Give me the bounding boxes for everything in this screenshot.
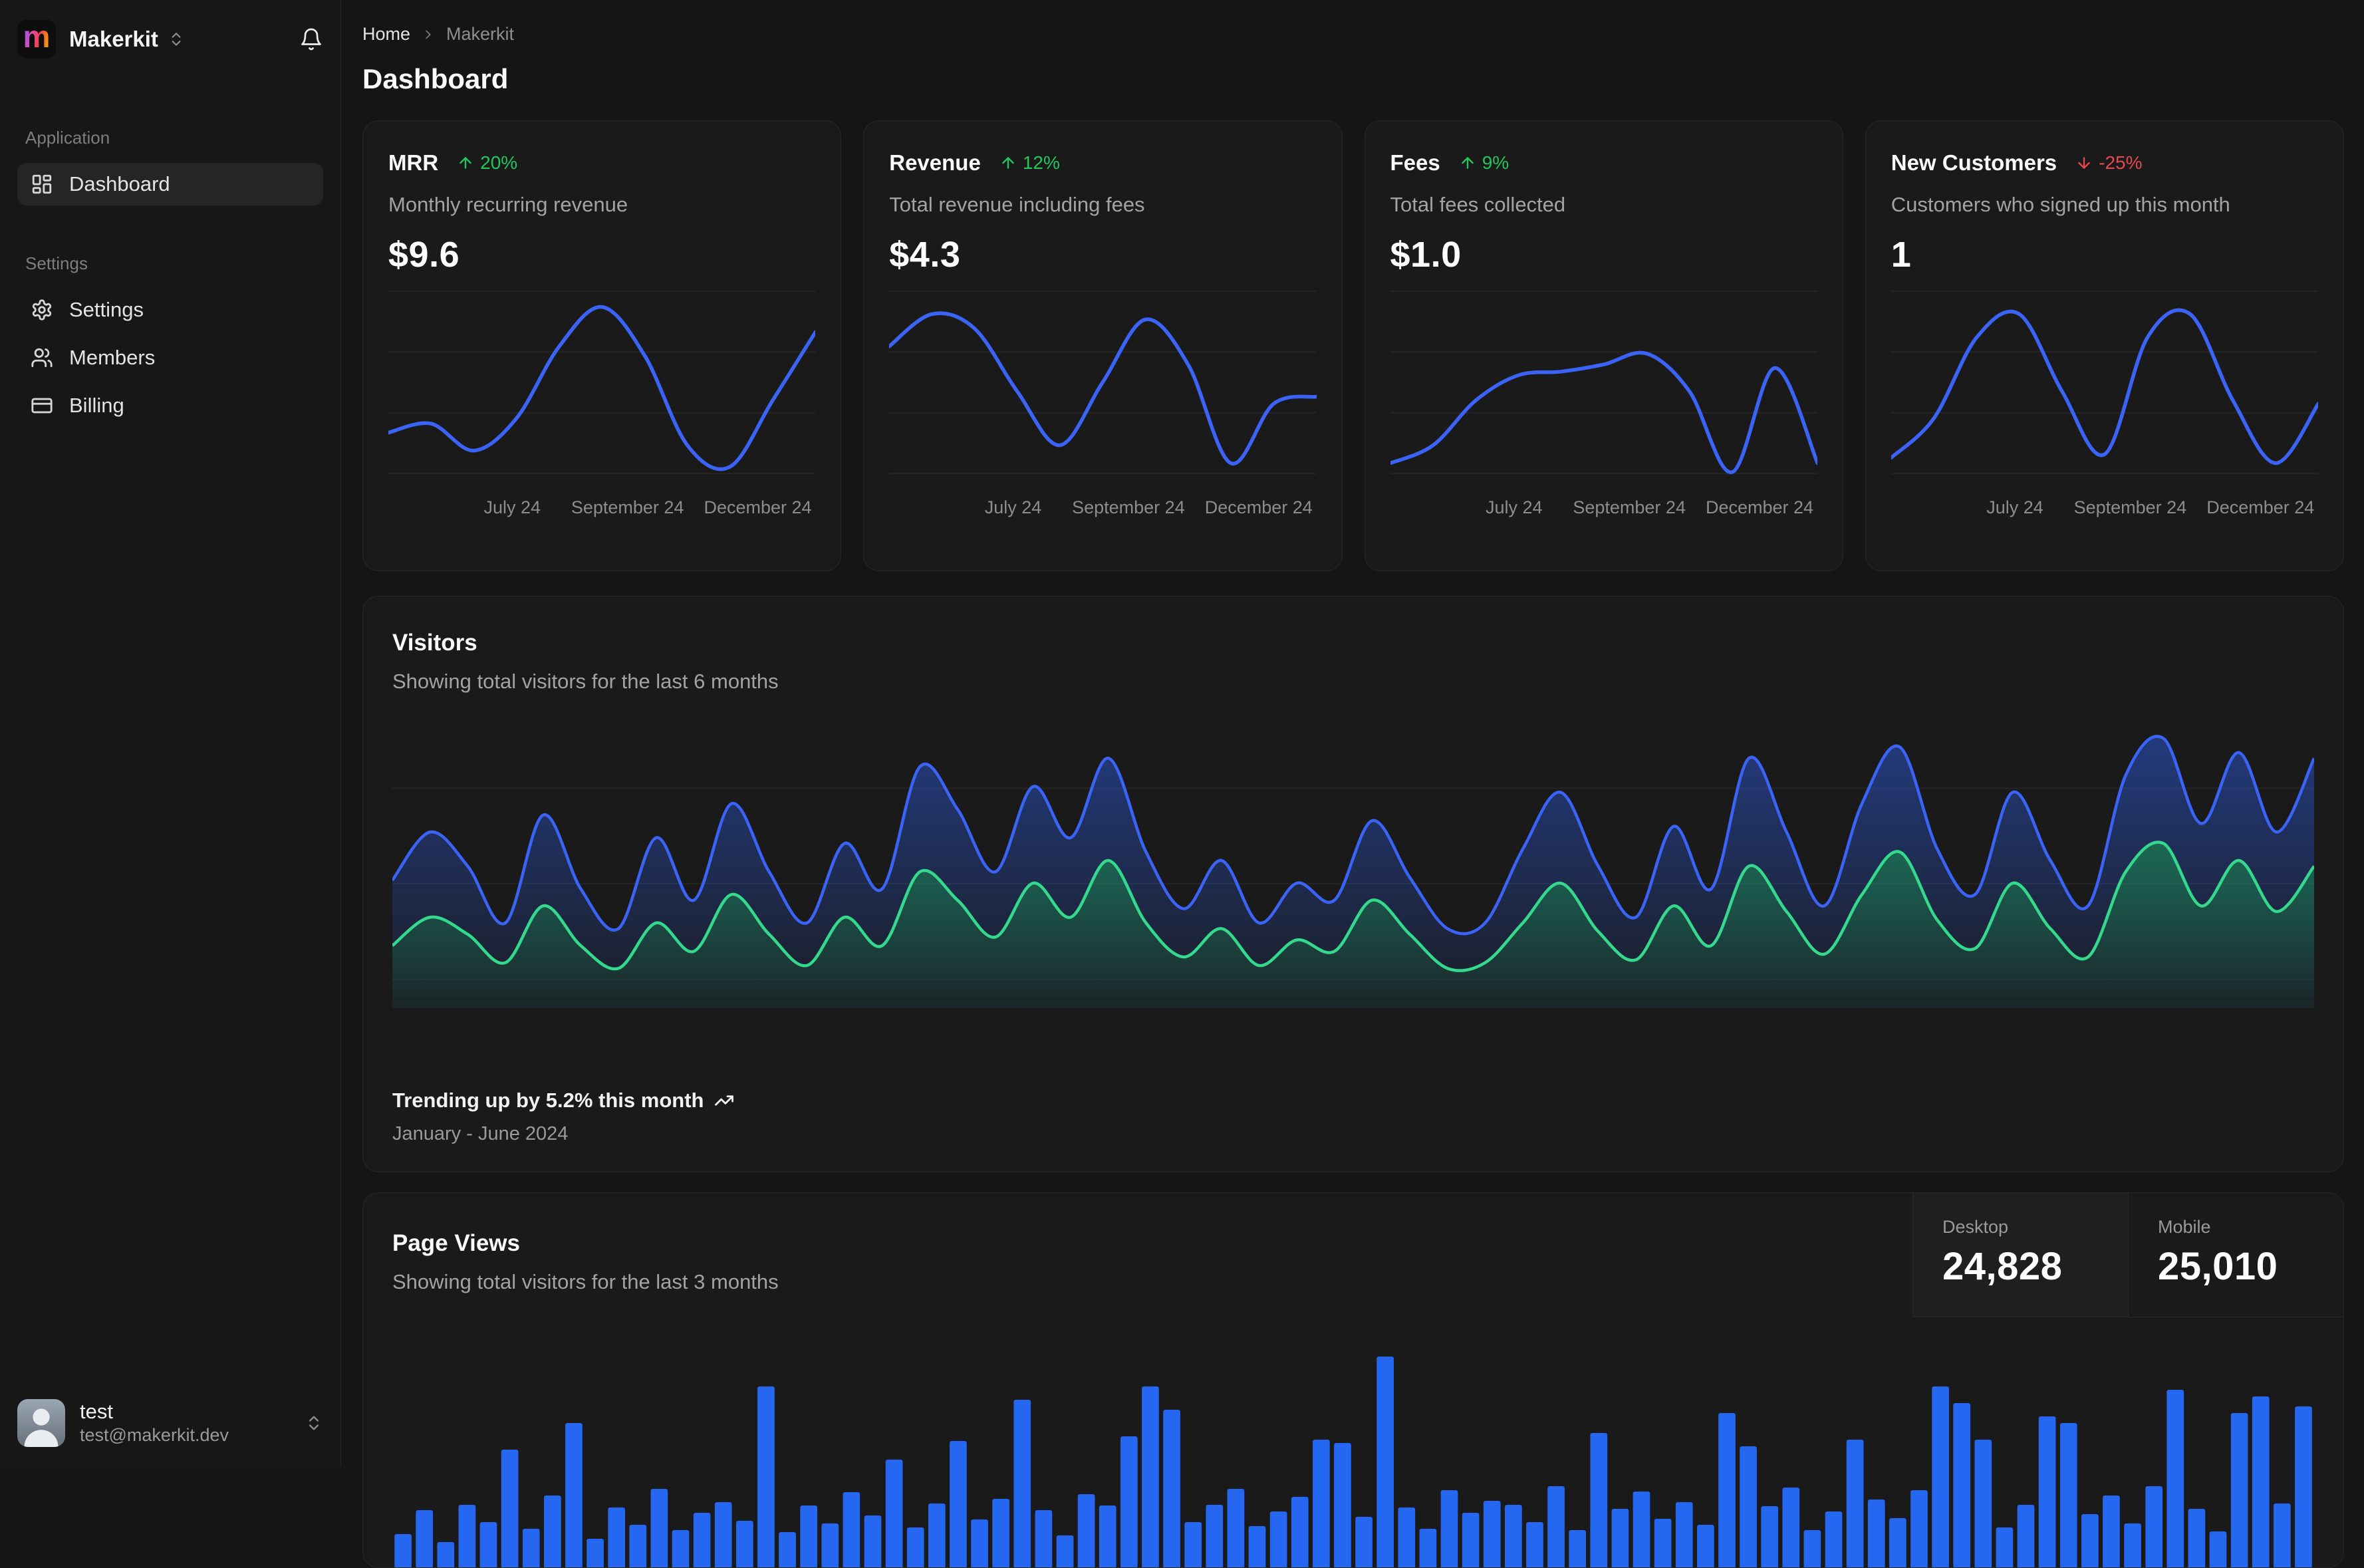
trending-up-icon — [715, 1095, 734, 1106]
sidebar-item-label: Dashboard — [69, 172, 170, 196]
sidebar-item-members[interactable]: Members — [17, 336, 323, 379]
visitors-card: Visitors Showing total visitors for the … — [362, 596, 2344, 1172]
visitors-subtitle: Showing total visitors for the last 6 mo… — [392, 670, 779, 693]
stat-card-revenue: Revenue 12% Total revenue including fees… — [863, 120, 1343, 571]
arrow-up-icon — [1002, 157, 1014, 169]
sidebar-header: m Makerkit — [17, 20, 323, 59]
stat-description: Total fees collected — [1390, 193, 1566, 216]
sidebar-item-settings[interactable]: Settings — [17, 289, 323, 331]
stat-description: Monthly recurring revenue — [388, 193, 628, 216]
sidebar-item-label: Members — [69, 346, 156, 369]
stat-value: $4.3 — [889, 235, 961, 275]
stat-title: MRR — [388, 150, 439, 175]
arrow-down-icon — [2078, 157, 2090, 169]
toggle-value: 25,010 — [2158, 1245, 2278, 1288]
toggle-mobile[interactable]: Mobile 25,010 — [2128, 1193, 2343, 1317]
breadcrumb-home-link[interactable]: Home — [362, 24, 410, 45]
toggle-label: Mobile — [2158, 1217, 2211, 1237]
toggle-label: Desktop — [1942, 1217, 2009, 1237]
arrow-up-icon — [1461, 157, 1474, 169]
workspace-name: Makerkit — [69, 27, 158, 51]
main-content: Home Makerkit Dashboard MRR 20% Monthly … — [341, 0, 2364, 1568]
page-title: Dashboard — [362, 63, 509, 94]
toggle-desktop[interactable]: Desktop 24,828 — [1912, 1193, 2128, 1317]
workspace-selector[interactable]: Makerkit — [69, 27, 185, 52]
layout-dashboard-icon — [32, 174, 52, 194]
toggle-value: 24,828 — [1942, 1245, 2063, 1288]
page-views-series-toggle: Desktop 24,828 Mobile 25,010 — [1912, 1193, 2343, 1317]
user-menu[interactable]: test test@makerkit.dev — [17, 1398, 323, 1448]
sidebar-item-billing[interactable]: Billing — [17, 384, 323, 427]
notifications-button[interactable] — [299, 27, 323, 51]
customers-sparkline-chart — [1891, 287, 2318, 477]
sparkline-x-labels: July 24 September 24 December 24 — [1485, 497, 1814, 517]
page-views-bar-chart — [392, 1343, 2314, 1567]
trend-badge: 9% — [1459, 152, 1509, 174]
fees-sparkline-chart — [1390, 287, 1817, 477]
stat-value: 1 — [1891, 235, 1912, 275]
users-icon — [31, 348, 53, 368]
sidebar-section-application: Application — [25, 128, 110, 148]
visitors-trend-note: Trending up by 5.2% this month — [392, 1089, 734, 1112]
page-views-subtitle: Showing total visitors for the last 3 mo… — [392, 1270, 779, 1293]
chevrons-up-down-icon — [172, 33, 181, 46]
sparkline-x-labels: July 24 September 24 December 24 — [984, 497, 1313, 517]
breadcrumb-current: Makerkit — [446, 24, 515, 44]
stat-card-mrr: MRR 20% Monthly recurring revenue $9.6 J… — [362, 120, 842, 571]
page-views-card: Page Views Showing total visitors for th… — [362, 1192, 2344, 1568]
sidebar-item-label: Billing — [69, 394, 124, 417]
visitors-period: January - June 2024 — [392, 1123, 569, 1144]
stat-title: Fees — [1390, 150, 1440, 175]
mrr-sparkline-chart — [388, 287, 816, 477]
breadcrumb: Home Makerkit — [362, 24, 2344, 45]
page-views-title: Page Views — [392, 1230, 520, 1256]
makerkit-logo: m — [17, 20, 56, 59]
visitors-title: Visitors — [392, 630, 477, 656]
stat-value: $1.0 — [1390, 235, 1462, 275]
gear-icon — [32, 299, 52, 321]
visitors-area-chart — [392, 719, 2314, 1008]
stat-description: Customers who signed up this month — [1891, 193, 2230, 216]
stat-title: New Customers — [1891, 150, 2057, 175]
avatar — [17, 1398, 65, 1447]
trend-badge: 20% — [457, 152, 517, 174]
sidebar-item-label: Settings — [69, 298, 144, 321]
revenue-sparkline-chart — [889, 287, 1317, 477]
stat-card-new-customers: New Customers -25% Customers who signed … — [1865, 120, 2344, 571]
sidebar: m Makerkit Application Dashboard Setting… — [0, 0, 341, 1467]
sparkline-x-labels: July 24 September 24 December 24 — [483, 497, 812, 517]
trend-badge: -25% — [2075, 152, 2143, 174]
arrow-up-icon — [460, 157, 471, 169]
stat-cards-row: MRR 20% Monthly recurring revenue $9.6 J… — [362, 120, 2344, 571]
stat-card-fees: Fees 9% Total fees collected $1.0 July 2… — [1364, 120, 1843, 571]
user-name: test — [80, 1399, 113, 1423]
sidebar-section-settings: Settings — [25, 253, 88, 273]
stat-value: $9.6 — [388, 235, 460, 275]
trend-badge: 12% — [999, 152, 1060, 174]
chevron-right-icon — [426, 30, 431, 39]
credit-card-icon — [31, 398, 53, 414]
sidebar-item-dashboard[interactable]: Dashboard — [17, 163, 323, 205]
stat-description: Total revenue including fees — [889, 193, 1145, 216]
bell-icon — [301, 28, 321, 51]
user-email: test@makerkit.dev — [80, 1425, 229, 1446]
chevrons-up-down-icon — [309, 1416, 319, 1430]
sparkline-x-labels: July 24 September 24 December 24 — [1986, 497, 2315, 517]
stat-title: Revenue — [889, 150, 981, 175]
